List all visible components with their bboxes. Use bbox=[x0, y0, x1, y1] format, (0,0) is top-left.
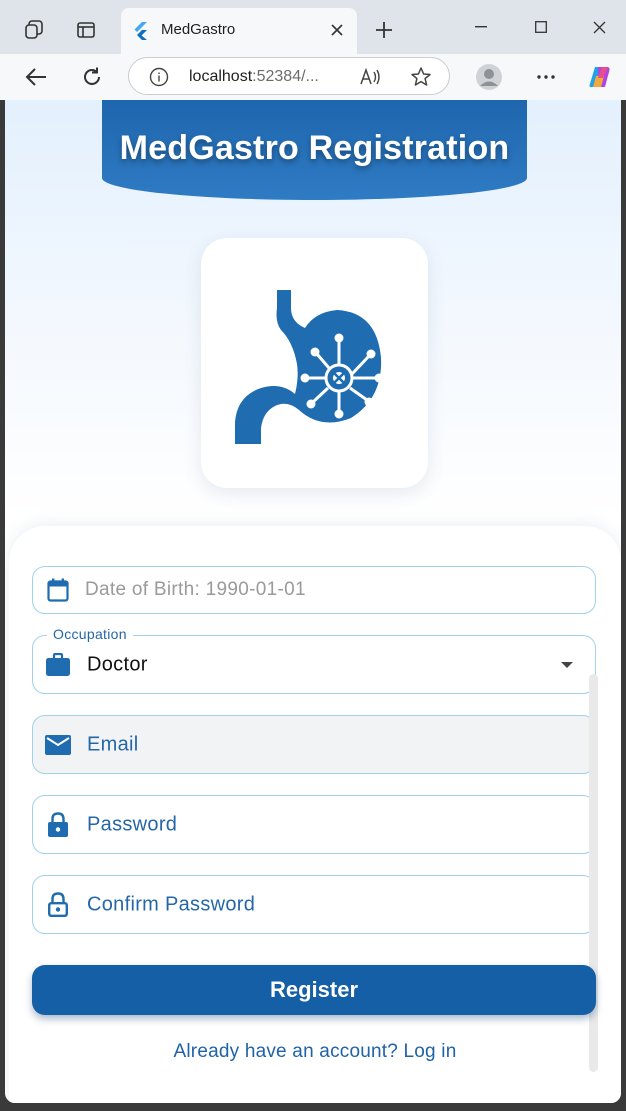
tab-actions-icon[interactable] bbox=[70, 14, 102, 46]
logo-card bbox=[201, 238, 428, 488]
dropdown-arrow-icon[interactable] bbox=[559, 660, 575, 670]
url-bar[interactable]: localhost:52384/... bbox=[128, 57, 450, 95]
occupation-value: Doctor bbox=[87, 653, 148, 675]
registration-form: Date of Birth: 1990-01-01 Occupation Doc… bbox=[9, 526, 621, 1103]
workspaces-icon[interactable] bbox=[18, 14, 50, 46]
maximize-icon[interactable] bbox=[518, 8, 564, 46]
minimize-icon[interactable] bbox=[458, 8, 504, 46]
date-of-birth-placeholder: Date of Birth: 1990-01-01 bbox=[85, 579, 306, 600]
refresh-icon[interactable] bbox=[76, 61, 108, 93]
password-field[interactable]: Password bbox=[32, 795, 596, 854]
profile-avatar-icon[interactable] bbox=[473, 61, 505, 93]
flutter-icon bbox=[133, 22, 149, 45]
back-icon[interactable] bbox=[20, 61, 52, 93]
mail-icon bbox=[45, 732, 71, 758]
password-label: Password bbox=[87, 813, 178, 835]
copilot-icon[interactable] bbox=[584, 61, 616, 93]
browser-tab-bar: MedGastro bbox=[0, 0, 626, 54]
close-tab-icon[interactable] bbox=[325, 18, 349, 42]
calendar-icon bbox=[45, 577, 71, 603]
confirm-password-field[interactable]: Confirm Password bbox=[32, 875, 596, 934]
more-menu-icon[interactable] bbox=[530, 61, 562, 93]
url-text: localhost:52384/... bbox=[189, 68, 319, 85]
app-viewport: MedGastro Registration Date of Birth: 19… bbox=[5, 100, 621, 1103]
page-title: MedGastro Registration bbox=[119, 128, 510, 167]
date-of-birth-field[interactable]: Date of Birth: 1990-01-01 bbox=[32, 566, 596, 614]
occupation-label: Occupation bbox=[47, 626, 133, 642]
register-button[interactable]: Register bbox=[32, 965, 596, 1015]
occupation-dropdown[interactable]: Occupation Doctor bbox=[32, 626, 596, 694]
confirm-password-label: Confirm Password bbox=[87, 893, 256, 915]
lock-outline-icon bbox=[45, 891, 71, 918]
tab-title: MedGastro bbox=[161, 21, 236, 38]
lock-icon bbox=[45, 811, 71, 838]
read-aloud-icon[interactable] bbox=[357, 63, 385, 91]
login-link[interactable]: Already have an account? Log in bbox=[9, 1041, 621, 1063]
tab-medgastro[interactable]: MedGastro bbox=[121, 8, 357, 54]
favorite-star-icon[interactable] bbox=[407, 63, 435, 91]
close-window-icon[interactable] bbox=[576, 8, 622, 46]
new-tab-icon[interactable] bbox=[368, 14, 400, 46]
browser-address-bar: localhost:52384/... bbox=[0, 54, 626, 100]
site-info-icon[interactable] bbox=[145, 63, 173, 91]
header-banner: MedGastro Registration bbox=[102, 100, 527, 200]
taskbar-strip bbox=[0, 1103, 626, 1111]
email-field[interactable]: Email bbox=[32, 715, 596, 774]
stomach-circuit-icon bbox=[235, 290, 384, 444]
briefcase-icon bbox=[45, 652, 71, 678]
email-label: Email bbox=[87, 733, 139, 755]
